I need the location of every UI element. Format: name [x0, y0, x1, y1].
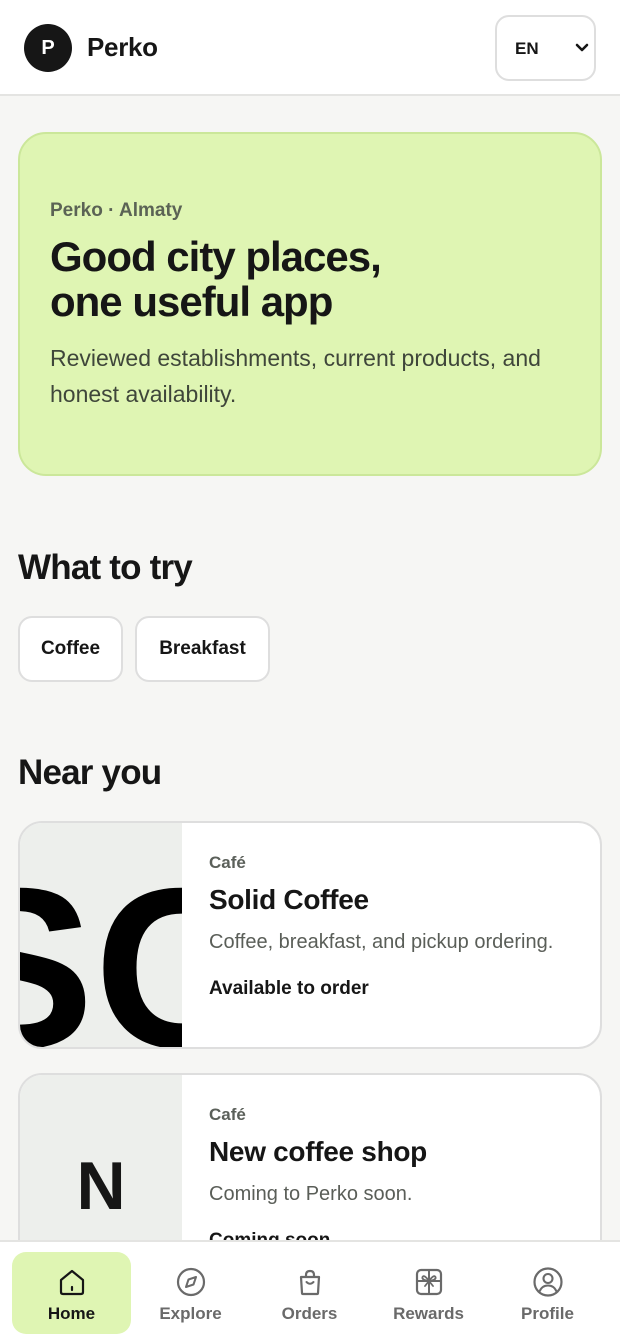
what-to-try-heading: What to try: [18, 548, 193, 587]
chip-coffee[interactable]: Coffee: [18, 616, 123, 682]
near-you-heading: Near you: [18, 753, 162, 792]
solid-coffee-logo: SC: [20, 842, 182, 1047]
nav-label: Orders: [281, 1304, 338, 1323]
user-icon: [533, 1267, 563, 1297]
bottom-nav: Home Explore Orders Rewards Profile: [0, 1240, 620, 1342]
gift-icon: [415, 1268, 443, 1296]
hero-eyebrow: Perko · Almaty: [50, 200, 183, 221]
place-logo-image: SC: [20, 823, 182, 1047]
nav-label: Explore: [159, 1304, 222, 1323]
nav-label: Home: [47, 1304, 96, 1323]
language-value: EN: [515, 39, 539, 58]
nav-item-orders[interactable]: Orders: [250, 1252, 369, 1334]
place-monogram: N: [76, 1148, 126, 1224]
chip-breakfast[interactable]: Breakfast: [135, 616, 270, 682]
hero-title-line-2: one useful app: [50, 278, 333, 325]
compass-icon: [176, 1267, 206, 1297]
place-name: New coffee shop: [209, 1136, 427, 1167]
nav-item-rewards[interactable]: Rewards: [369, 1252, 488, 1334]
shopping-bag-icon: [299, 1269, 321, 1296]
nav-label: Profile: [521, 1304, 574, 1323]
hero-title: Good city places, one useful app: [50, 234, 570, 324]
place-category: Café: [209, 853, 246, 872]
nav-label: Rewards: [393, 1304, 464, 1323]
home-icon: [59, 1269, 85, 1296]
nav-item-home[interactable]: Home: [12, 1252, 131, 1334]
hero-title-line-1: Good city places,: [50, 233, 382, 280]
nav-item-explore[interactable]: Explore: [131, 1252, 250, 1334]
hero-description: Reviewed establishments, current product…: [50, 345, 541, 407]
place-description: Coffee, breakfast, and pickup ordering.: [209, 931, 554, 953]
hero-banner: Perko · Almaty Good city places, one use…: [18, 132, 602, 476]
brand-name[interactable]: Perko: [87, 32, 158, 63]
logo-avatar[interactable]: P: [24, 24, 72, 72]
place-name: Solid Coffee: [209, 884, 369, 915]
place-status: Available to order: [209, 978, 369, 999]
chevron-down-icon: [575, 43, 589, 52]
app-header: P Perko EN: [0, 0, 620, 96]
nav-item-profile[interactable]: Profile: [488, 1252, 607, 1334]
svg-text:SC: SC: [20, 842, 182, 1047]
place-category: Café: [209, 1105, 246, 1124]
place-card-solid-coffee[interactable]: SC Café Solid Coffee Coffee, breakfast, …: [18, 821, 602, 1049]
language-select[interactable]: EN: [495, 15, 596, 81]
place-description: Coming to Perko soon.: [209, 1183, 413, 1205]
